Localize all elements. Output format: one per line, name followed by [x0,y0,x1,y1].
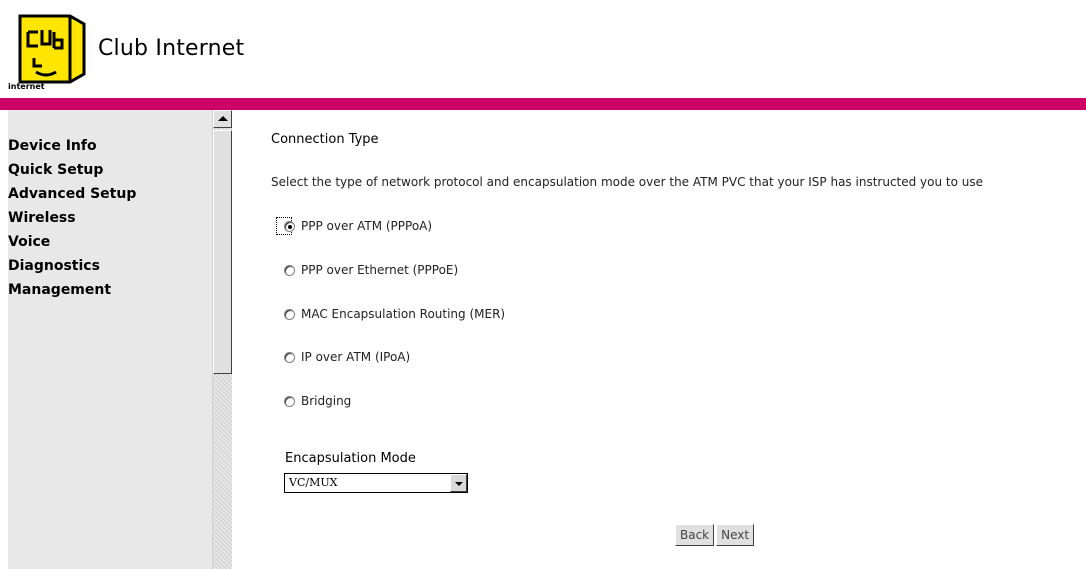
option-ipoa[interactable]: IP over ATM (IPoA) [284,347,410,367]
brand-name: Club Internet [98,36,245,61]
sidebar-nav: Device Info Quick Setup Advanced Setup W… [8,134,136,302]
svg-text:internet: internet [8,82,45,90]
option-mer[interactable]: MAC Encapsulation Routing (MER) [284,304,505,324]
option-bridging[interactable]: Bridging [284,391,351,411]
header: internet Club Internet [0,0,1086,98]
option-pppoa[interactable]: PPP over ATM (PPPoA) [284,216,432,236]
radio-pppoe[interactable] [284,264,295,276]
scroll-thumb[interactable] [213,130,232,374]
sidebar: Device Info Quick Setup Advanced Setup W… [8,110,212,569]
chevron-down-icon [455,482,463,486]
sidebar-item-management[interactable]: Management [8,278,136,302]
encapsulation-mode-label: Encapsulation Mode [285,451,416,466]
option-pppoe[interactable]: PPP over Ethernet (PPPoE) [284,260,458,280]
next-button[interactable]: Next [716,524,755,546]
sidebar-item-diagnostics[interactable]: Diagnostics [8,254,136,278]
arrow-up-icon [218,116,228,121]
radio-mer[interactable] [284,308,295,320]
option-label: Bridging [301,394,352,408]
main-content: Connection Type Select the type of netwo… [232,110,1086,569]
select-dropdown-button[interactable] [450,474,467,492]
sidebar-scrollbar[interactable] [212,110,232,569]
sidebar-item-advanced-setup[interactable]: Advanced Setup [8,182,136,206]
button-group: Back Next [675,524,755,546]
header-divider [0,98,1086,110]
sidebar-item-device-info[interactable]: Device Info [8,134,136,158]
option-label: PPP over ATM (PPPoA) [301,219,433,233]
radio-pppoa[interactable] [284,220,295,232]
scroll-up-button[interactable] [213,110,232,128]
sidebar-item-wireless[interactable]: Wireless [8,206,136,230]
option-label: PPP over Ethernet (PPPoE) [301,263,459,277]
option-label: MAC Encapsulation Routing (MER) [301,307,506,321]
page-title: Connection Type [271,132,379,147]
select-value: VC/MUX [289,476,338,489]
club-internet-logo: internet [8,10,88,90]
radio-ipoa[interactable] [284,351,295,363]
option-label: IP over ATM (IPoA) [301,350,411,364]
page-description: Select the type of network protocol and … [271,175,984,189]
sidebar-item-voice[interactable]: Voice [8,230,136,254]
radio-bridging[interactable] [284,395,295,407]
encapsulation-mode-select[interactable]: VC/MUX [284,473,468,493]
back-button[interactable]: Back [675,524,715,546]
sidebar-item-quick-setup[interactable]: Quick Setup [8,158,136,182]
